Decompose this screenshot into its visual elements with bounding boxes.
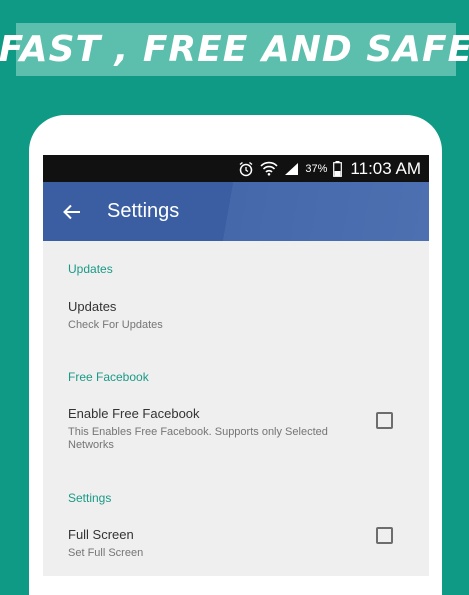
setting-subtitle: This Enables Free Facebook. Supports onl… — [68, 426, 429, 452]
alarm-icon — [238, 161, 254, 177]
setting-subtitle: Set Full Screen — [68, 547, 144, 559]
signal-icon — [284, 162, 299, 176]
setting-subtitle-line: Networks — [68, 439, 114, 451]
setting-enable-free-facebook[interactable]: Enable Free Facebook This Enables Free F… — [68, 406, 429, 452]
section-header-free-facebook: Free Facebook — [68, 370, 149, 384]
setting-title: Enable Free Facebook — [68, 406, 200, 421]
promo-banner: FAST , FREE AND SAFE — [0, 23, 469, 76]
setting-title: Full Screen — [68, 527, 134, 542]
battery-percentage: 37% — [305, 162, 328, 175]
back-arrow-icon[interactable] — [63, 202, 83, 222]
wifi-icon — [260, 161, 278, 176]
full-screen-checkbox[interactable] — [376, 527, 393, 544]
enable-free-facebook-checkbox[interactable] — [376, 412, 393, 429]
setting-subtitle: Check For Updates — [68, 319, 163, 331]
app-bar: Settings — [43, 182, 429, 241]
battery-icon — [333, 160, 343, 177]
promo-banner-text: FAST , FREE AND SAFE — [0, 29, 469, 70]
setting-updates[interactable]: Updates Check For Updates — [68, 299, 429, 332]
setting-subtitle-line: This Enables Free Facebook. Supports onl… — [68, 426, 328, 438]
status-bar: 37% 11:03 AM — [43, 155, 429, 182]
section-header-settings: Settings — [68, 491, 112, 505]
page-title: Settings — [107, 200, 180, 222]
setting-full-screen[interactable]: Full Screen Set Full Screen — [68, 527, 429, 560]
settings-list: Updates Updates Check For Updates Free F… — [43, 262, 429, 560]
status-time: 11:03 AM — [350, 158, 421, 178]
section-header-updates: Updates — [68, 262, 113, 276]
phone-screen: 37% 11:03 AM Settings Updates Updates Ch… — [43, 155, 429, 576]
setting-title: Updates — [68, 299, 117, 314]
